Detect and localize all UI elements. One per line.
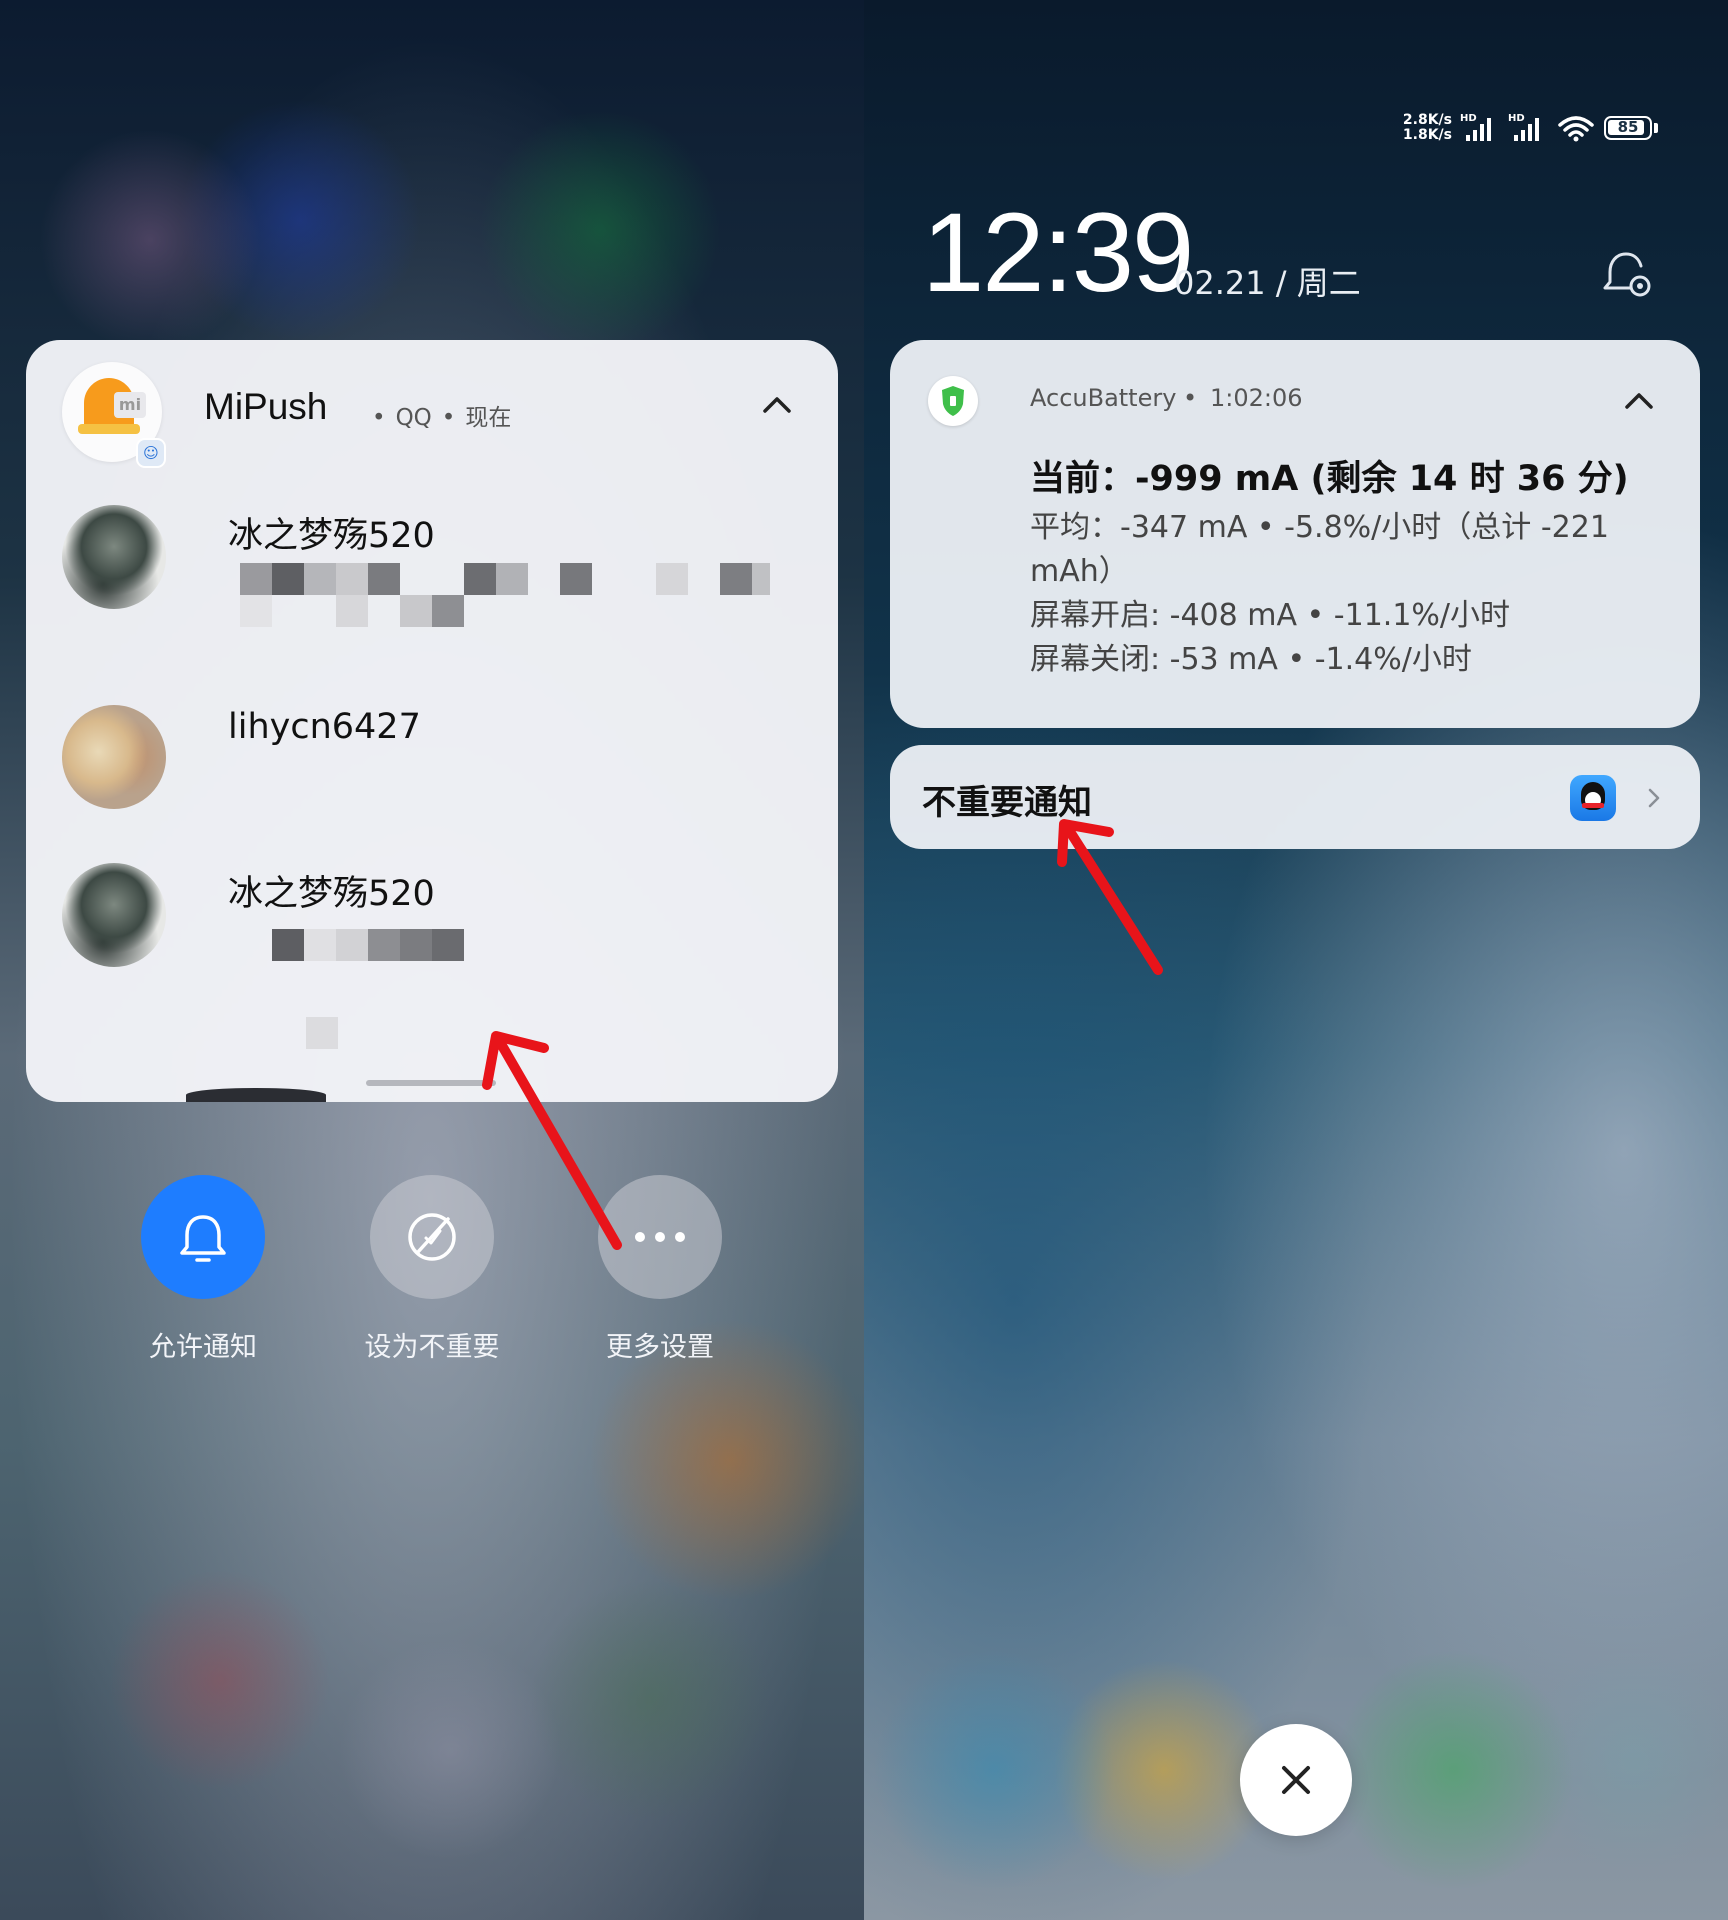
notification-time: 现在: [465, 405, 512, 431]
shield-icon: [942, 386, 964, 416]
allow-notifications-button[interactable]: 允许通知: [141, 1175, 265, 1363]
scroll-indicator: [366, 1080, 496, 1086]
upload-speed: 2.8K/s: [1402, 112, 1452, 128]
sender-name: 冰之梦殇520: [228, 516, 435, 556]
chevron-up-icon: [763, 397, 791, 413]
app-name: AccuBattery: [1030, 384, 1177, 412]
screen-on-line: 屏幕开启: -408 mA • -11.1%/小时: [1030, 598, 1511, 633]
action-label: 允许通知: [149, 1332, 257, 1363]
mi-logo-icon: mi: [114, 392, 146, 418]
battery-level: 85: [1617, 118, 1639, 136]
chevron-right-icon: [1648, 788, 1660, 808]
bell-icon: [180, 1215, 226, 1262]
qq-app-icon: [1570, 775, 1616, 821]
notification-time: 1:02:06: [1210, 384, 1303, 412]
more-settings-circle[interactable]: [598, 1175, 722, 1299]
unimportant-notifications-card[interactable]: 不重要通知: [890, 745, 1700, 849]
right-panel: 2.8K/s 1.8K/s HD HD 85 12:39 02.21 / 周二 …: [864, 0, 1728, 1920]
download-speed: 1.8K/s: [1402, 127, 1452, 143]
unimportant-label: 不重要通知: [922, 783, 1092, 823]
more-icon: [635, 1232, 685, 1242]
mipush-app-icon: mi ☺: [62, 362, 164, 466]
set-unimportant-circle[interactable]: [370, 1175, 494, 1299]
scroll-indicator-secondary: [186, 1088, 326, 1102]
slashed-circle-icon: [408, 1213, 456, 1261]
left-panel: mi ☺ MiPush • QQ • 现在 冰之梦殇520 lihycn6427…: [0, 0, 864, 1920]
set-unimportant-button[interactable]: 设为不重要: [365, 1175, 500, 1363]
collapse-button[interactable]: [752, 380, 802, 430]
notification-header: mi ☺ MiPush • QQ • 现在: [62, 362, 802, 466]
sender-name: lihycn6427: [228, 707, 421, 747]
app-name: MiPush: [204, 386, 328, 427]
separator-dot: •: [1183, 384, 1198, 412]
lockscreen-clock: 12:39: [922, 190, 1194, 315]
status-bar: 2.8K/s 1.8K/s HD HD 85: [1403, 108, 1658, 148]
average-line: 平均：-347 mA • -5.8%/小时（总计 -221 mAh）: [1030, 510, 1609, 589]
hd-label: HD: [1460, 113, 1477, 124]
action-label: 更多设置: [606, 1332, 714, 1363]
message-item[interactable]: 冰之梦殇520: [62, 863, 802, 1063]
bell-base: [78, 424, 140, 434]
separator-dot: •: [441, 405, 456, 431]
avatar: [62, 705, 166, 809]
qq-penguin-scarf: [1582, 803, 1604, 808]
collapse-button[interactable]: [1614, 376, 1664, 426]
accubattery-app-icon: [928, 376, 978, 426]
screen-off-line: 屏幕关闭: -53 mA • -1.4%/小时: [1030, 642, 1472, 677]
avatar: [62, 505, 166, 609]
signal-icon: HD: [1460, 113, 1500, 143]
battery-tip: [1654, 123, 1658, 133]
source-app: QQ: [395, 405, 432, 431]
network-speed: 2.8K/s 1.8K/s: [1403, 113, 1452, 143]
lockscreen-date: 02.21 / 周二: [1174, 264, 1361, 302]
message-item[interactable]: lihycn6427: [62, 705, 802, 815]
battery-icon: 85: [1604, 116, 1652, 140]
notification-meta: • QQ • 现在: [362, 398, 511, 432]
current-draw-title: 当前：-999 mA (剩余 14 时 36 分): [1030, 459, 1629, 499]
notification-card-accubattery[interactable]: AccuBattery • 1:02:06 当前：-999 mA (剩余 14 …: [890, 340, 1700, 728]
notification-card-mipush[interactable]: mi ☺ MiPush • QQ • 现在 冰之梦殇520 lihycn6427…: [26, 340, 838, 1102]
close-icon: [1282, 1766, 1310, 1794]
close-button[interactable]: [1240, 1724, 1352, 1836]
hd-label: HD: [1508, 113, 1525, 124]
bell-settings-icon: [1603, 252, 1651, 297]
action-label: 设为不重要: [364, 1332, 500, 1363]
chevron-up-icon: [1625, 393, 1653, 409]
avatar: [62, 863, 166, 967]
sender-name: 冰之梦殇520: [228, 874, 435, 914]
qq-badge-icon: ☺: [138, 440, 164, 466]
message-item[interactable]: 冰之梦殇520: [62, 505, 802, 645]
signal-icon: HD: [1508, 113, 1548, 143]
separator-dot: •: [372, 405, 386, 431]
more-settings-button[interactable]: 更多设置: [598, 1175, 722, 1363]
allow-notifications-circle[interactable]: [141, 1175, 265, 1299]
wifi-icon: [1558, 116, 1594, 142]
notification-settings-button[interactable]: [1596, 246, 1656, 306]
